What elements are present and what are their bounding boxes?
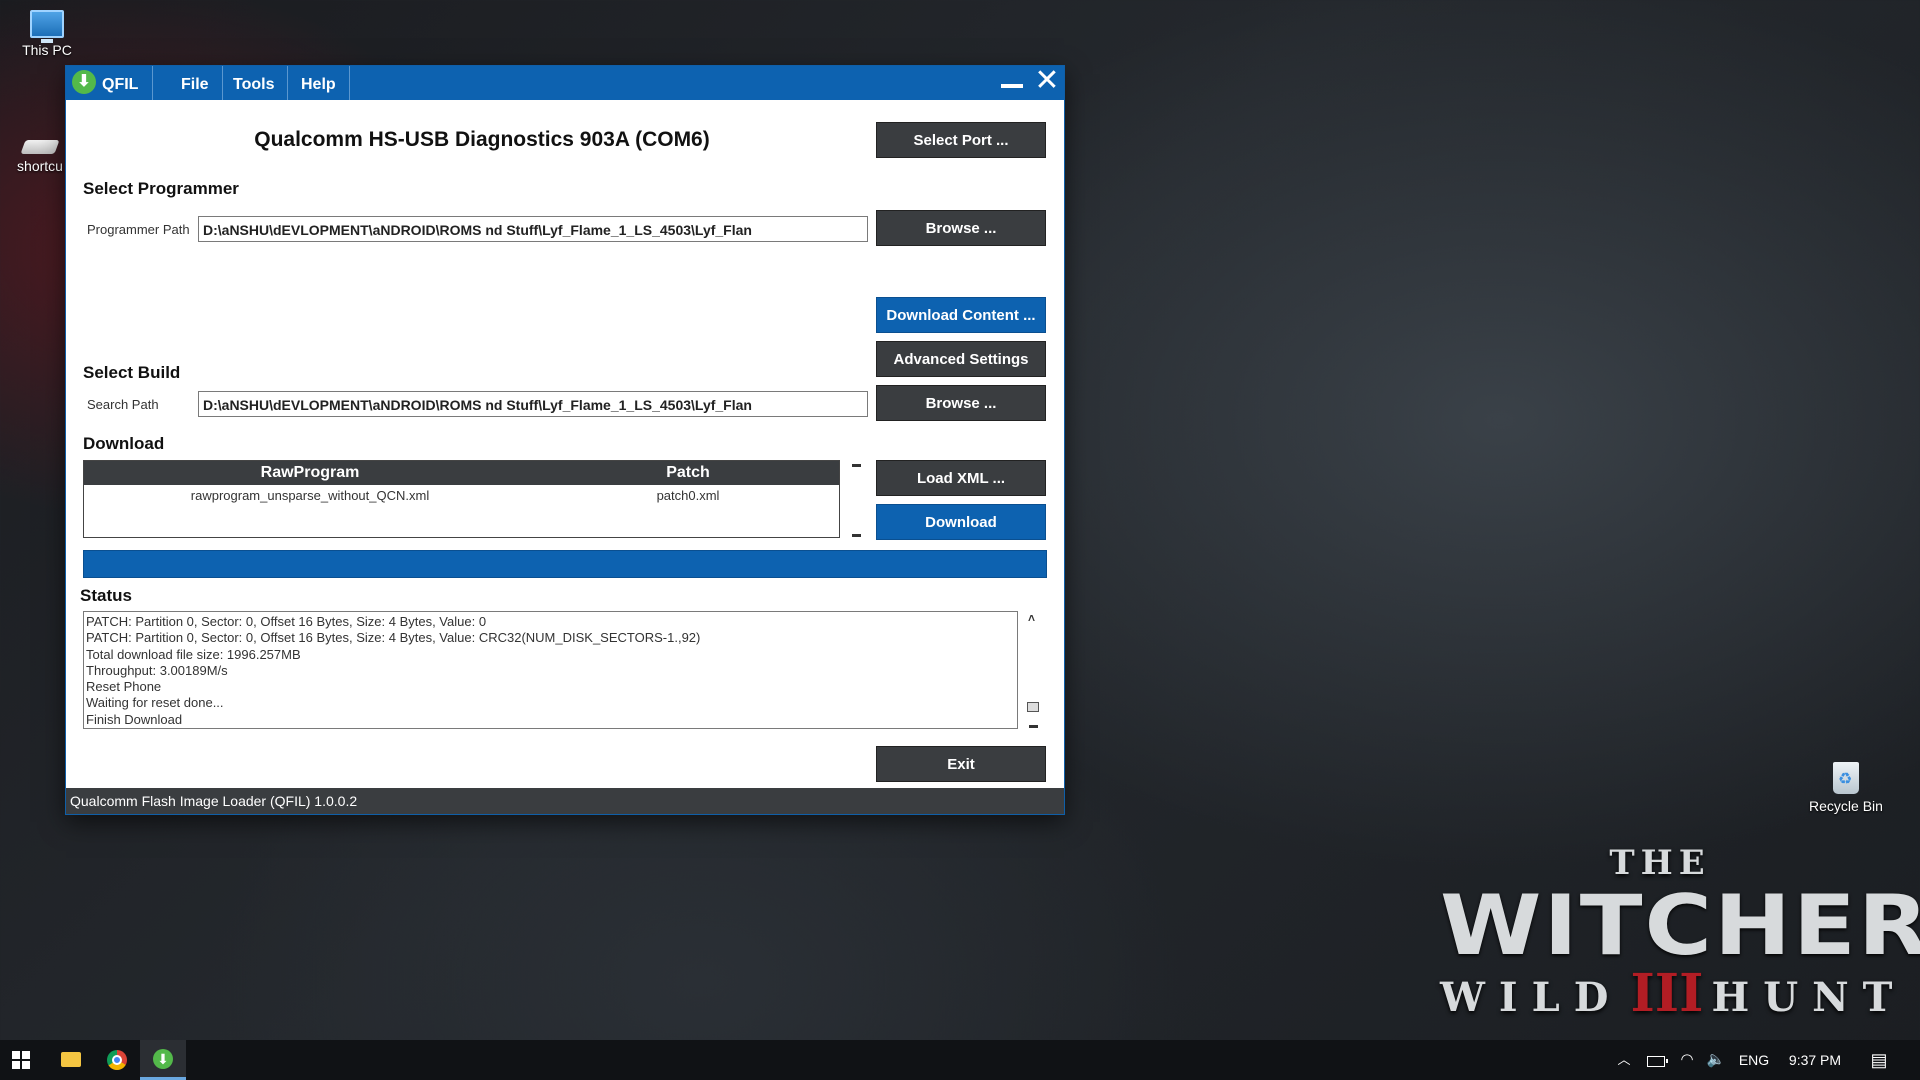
cell-patch: patch0.xml [656, 488, 720, 503]
load-xml-button[interactable]: Load XML ... [876, 460, 1046, 496]
chevron-up-icon[interactable]: ︿ [1614, 1040, 1634, 1080]
cell-rawprogram: rawprogram_unsparse_without_QCN.xml [190, 488, 430, 503]
status-line: PATCH: Partition 0, Sector: 0, Offset 16… [86, 614, 487, 629]
table-header: RawProgram Patch [84, 461, 839, 485]
app-menu-qfil[interactable]: ⬇ QFIL [66, 66, 154, 100]
wallpaper-logo-the: THE [1609, 843, 1711, 883]
advanced-settings-button[interactable]: Advanced Settings [876, 341, 1046, 377]
download-arrow-icon: ⬇ [153, 1049, 173, 1069]
close-icon[interactable]: ✕ [1032, 64, 1062, 98]
download-button[interactable]: Download [876, 504, 1046, 540]
status-line: PATCH: Partition 0, Sector: 0, Offset 16… [86, 630, 701, 646]
wifi-icon[interactable]: ◠ [1675, 1040, 1699, 1080]
taskbar-qfil[interactable]: ⬇ [140, 1040, 186, 1080]
status-heading: Status [80, 586, 132, 605]
table-remove-row-icon[interactable] [852, 534, 861, 537]
menu-file[interactable]: File [168, 66, 223, 100]
notification-icon[interactable]: ▤ [1864, 1040, 1894, 1080]
app-name: QFIL [102, 76, 139, 93]
scrollbar-thumb[interactable] [1027, 702, 1039, 712]
taskbar: ⬇ ︿ ◠ 🔈 ENG 9:37 PM ▤ [0, 1040, 1920, 1080]
column-header-patch: Patch [666, 464, 710, 481]
status-log[interactable]: PATCH: Partition 0, Sector: 0, Offset 16… [83, 611, 1018, 729]
status-line: Total download file size: 1996.257MB [86, 646, 301, 662]
select-port-button[interactable]: Select Port ... [876, 122, 1046, 158]
wallpaper-logo-title: WITCHER [1440, 877, 1920, 974]
programmer-browse-button[interactable]: Browse ... [876, 210, 1046, 246]
battery-icon[interactable] [1644, 1040, 1668, 1080]
column-header-rawprogram: RawProgram [260, 464, 360, 481]
taskbar-chrome[interactable] [94, 1040, 140, 1080]
chrome-icon [107, 1050, 127, 1070]
desktop-icon-recycle-bin[interactable]: Recycle Bin [1806, 762, 1886, 814]
status-line: Waiting for reset done... [86, 695, 224, 711]
desktop-icon-label: Recycle Bin [1809, 798, 1883, 814]
scroll-down-icon[interactable] [1029, 725, 1038, 728]
volume-icon[interactable]: 🔈 [1704, 1040, 1728, 1080]
status-line: Throughput: 3.00189M/s [86, 662, 228, 678]
programmer-path-label: Programmer Path [87, 222, 190, 237]
qfil-window: ⬇ QFIL File Tools Help ✕ Qualcomm HS-USB … [66, 64, 1064, 814]
menu-help[interactable]: Help [288, 66, 350, 100]
status-line: Finish Download [86, 711, 183, 727]
table-row[interactable]: rawprogram_unsparse_without_QCN.xml patc… [84, 485, 839, 507]
language-indicator[interactable]: ENG [1736, 1040, 1772, 1080]
table-add-row-icon[interactable] [852, 464, 861, 467]
computer-icon [30, 10, 64, 43]
port-title: Qualcomm HS-USB Diagnostics 903A (COM6) [254, 128, 710, 151]
start-button[interactable] [0, 1040, 44, 1080]
select-build-heading: Select Build [83, 363, 181, 382]
build-browse-button[interactable]: Browse ... [876, 385, 1046, 421]
title-bar[interactable]: ⬇ QFIL File Tools Help ✕ [66, 64, 1064, 100]
download-heading: Download [83, 434, 165, 453]
recycle-bin-icon [1833, 762, 1859, 794]
desktop-icon-this-pc[interactable]: This PC [7, 10, 87, 58]
exit-button[interactable]: Exit [876, 746, 1046, 782]
progress-fill [84, 551, 1046, 577]
wallpaper-logo-wild: WILD [1440, 974, 1623, 1021]
wallpaper-logo-subtitle: WILD III HUNT [1440, 968, 1892, 1021]
download-arrow-icon: ⬇ [72, 69, 96, 94]
search-path-input[interactable]: D:\aNSHU\dEVLOPMENT\aNDROID\ROMS nd Stuf… [198, 391, 868, 417]
minimize-button[interactable] [1001, 84, 1023, 88]
programmer-path-input[interactable]: D:\aNSHU\dEVLOPMENT\aNDROID\ROMS nd Stuf… [198, 216, 868, 242]
menu-tools[interactable]: Tools [220, 66, 289, 100]
status-line: Reset Phone [86, 679, 162, 695]
select-programmer-heading: Select Programmer [83, 179, 239, 198]
wallpaper-logo: THE WITCHER WILD III HUNT [1440, 843, 1920, 1021]
status-bar: Qualcomm Flash Image Loader (QFIL) 1.0.0… [66, 788, 1064, 814]
search-path-label: Search Path [87, 397, 159, 412]
scroll-up-icon[interactable]: ˄ [1028, 611, 1035, 625]
drive-icon [20, 140, 60, 154]
wallpaper-logo-hunt: HUNT [1711, 974, 1907, 1021]
taskbar-file-explorer[interactable] [48, 1040, 94, 1080]
desktop-icon-label: This PC [22, 42, 72, 58]
download-progress-bar [83, 550, 1047, 578]
folder-icon [61, 1052, 81, 1067]
download-content-button[interactable]: Download Content ... [876, 297, 1046, 333]
download-table: RawProgram Patch rawprogram_unsparse_wit… [83, 460, 840, 538]
clock[interactable]: 9:37 PM [1778, 1040, 1852, 1080]
desktop-icon-label: shortcu [17, 158, 63, 174]
